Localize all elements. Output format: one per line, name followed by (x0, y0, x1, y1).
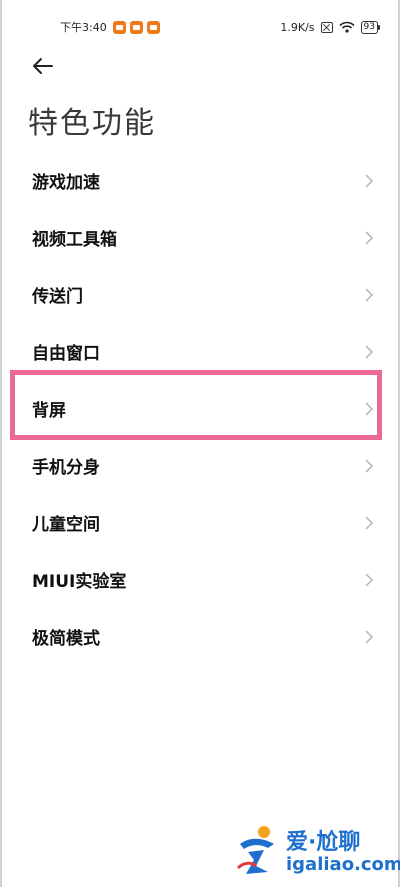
watermark: 爱·尬聊 igaliao.com (234, 822, 400, 880)
list-item-label: 极简模式 (32, 629, 100, 649)
settings-screen: 下午3:40 1.9K/s 93 特色功能 游戏加速 视频工具箱 传送门 自由窗… (0, 0, 400, 887)
chevron-right-icon (365, 458, 374, 473)
list-item-rear-screen[interactable]: 背屏 (2, 380, 400, 437)
chevron-right-icon (365, 515, 374, 530)
chevron-right-icon (365, 344, 374, 359)
list-item-free-window[interactable]: 自由窗口 (2, 323, 400, 380)
page-title: 特色功能 (28, 106, 156, 141)
sim-disabled-icon (320, 21, 333, 33)
watermark-title: 爱·尬聊 (286, 830, 361, 855)
status-bar: 下午3:40 1.9K/s 93 (60, 16, 381, 38)
status-time: 下午3:40 (60, 21, 107, 34)
feature-list: 游戏加速 视频工具箱 传送门 自由窗口 背屏 手机分身 儿童空间 MIUI实验室… (2, 152, 400, 665)
chevron-right-icon (365, 572, 374, 587)
list-item-portal[interactable]: 传送门 (2, 266, 400, 323)
notification-icon (129, 20, 143, 34)
chevron-right-icon (365, 287, 374, 302)
notification-icon (112, 20, 126, 34)
list-item-label: MIUI实验室 (32, 572, 127, 592)
list-item-video-toolbox[interactable]: 视频工具箱 (2, 209, 400, 266)
watermark-url: igaliao.com (286, 854, 400, 875)
network-speed: 1.9K/s (280, 20, 315, 34)
list-item-label: 传送门 (32, 287, 83, 307)
chevron-right-icon (365, 230, 374, 245)
list-item-label: 背屏 (32, 401, 66, 421)
list-item-kids-space[interactable]: 儿童空间 (2, 494, 400, 551)
chevron-right-icon (365, 629, 374, 644)
wifi-icon (338, 21, 355, 33)
list-item-miui-lab[interactable]: MIUI实验室 (2, 551, 400, 608)
notification-icon (146, 20, 160, 34)
list-item-game-boost[interactable]: 游戏加速 (2, 152, 400, 209)
list-item-label: 手机分身 (32, 458, 100, 478)
list-item-label: 游戏加速 (32, 173, 100, 193)
back-arrow-icon[interactable] (30, 54, 56, 78)
list-item-label: 儿童空间 (32, 515, 100, 535)
battery-icon: 93 (360, 20, 381, 34)
list-item-minimal-mode[interactable]: 极简模式 (2, 608, 400, 665)
list-item-label: 视频工具箱 (32, 230, 117, 250)
list-item-label: 自由窗口 (32, 344, 100, 364)
chevron-right-icon (365, 401, 374, 416)
chevron-right-icon (365, 173, 374, 188)
watermark-logo-icon (236, 826, 274, 874)
list-item-second-space[interactable]: 手机分身 (2, 437, 400, 494)
